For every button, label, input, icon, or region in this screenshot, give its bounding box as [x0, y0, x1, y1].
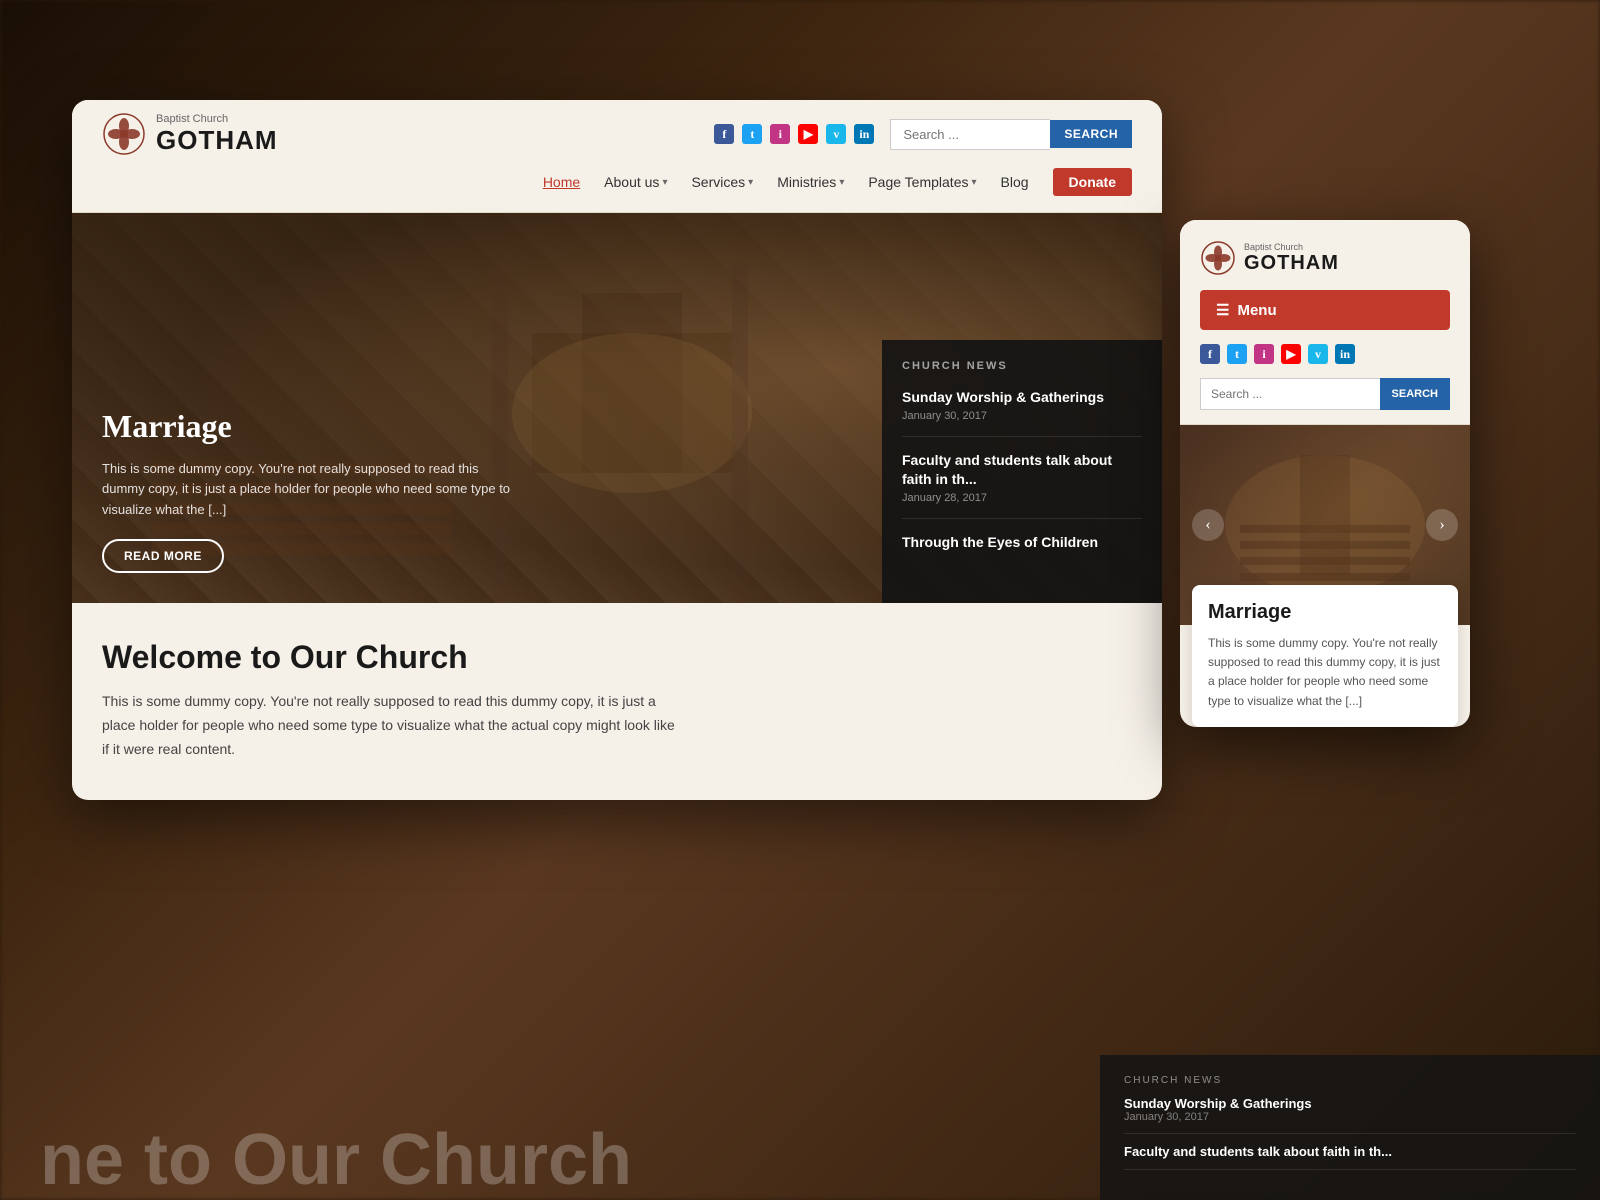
facebook-icon[interactable]: f — [714, 124, 734, 144]
mobile-instagram-icon[interactable]: i — [1254, 344, 1274, 364]
mobile-logo-area: Baptist Church GOTHAM — [1200, 240, 1450, 276]
news-title-1[interactable]: Sunday Worship & Gatherings — [902, 388, 1142, 406]
news-title-2[interactable]: Faculty and students talk about faith in… — [902, 451, 1142, 487]
mobile-search-area: SEARCH — [1200, 378, 1450, 410]
church-news-panel: CHURCH NEWS Sunday Worship & Gatherings … — [882, 340, 1162, 603]
bg-news-item-1: Sunday Worship & Gatherings January 30, … — [1124, 1096, 1576, 1134]
news-item-1: Sunday Worship & Gatherings January 30, … — [902, 388, 1142, 437]
mobile-search-button[interactable]: SEARCH — [1380, 378, 1450, 410]
mobile-twitter-icon[interactable]: t — [1227, 344, 1247, 364]
hero-body: This is some dummy copy. You're not real… — [102, 459, 522, 521]
read-more-button[interactable]: READ MORE — [102, 539, 224, 573]
header-search-button[interactable]: SEARCH — [1050, 120, 1132, 148]
header-top: Baptist Church GOTHAM f t i ▶ v in SEARC… — [102, 112, 1132, 156]
mobile-header: Baptist Church GOTHAM ☰ Menu f t i ▶ v i… — [1180, 220, 1470, 425]
carousel-prev-button[interactable]: ‹ — [1192, 509, 1224, 541]
welcome-body: This is some dummy copy. You're not real… — [102, 690, 682, 761]
vimeo-icon[interactable]: v — [826, 124, 846, 144]
mobile-vimeo-icon[interactable]: v — [1308, 344, 1328, 364]
header-search-area: SEARCH — [890, 119, 1132, 150]
welcome-title: Welcome to Our Church — [102, 639, 1132, 676]
news-date-1: January 30, 2017 — [902, 410, 1142, 422]
nav-donate[interactable]: Donate — [1053, 168, 1132, 196]
header-right: f t i ▶ v in SEARCH — [714, 119, 1132, 150]
header-search-input[interactable] — [890, 119, 1050, 150]
mobile-card-body: This is some dummy copy. You're not real… — [1208, 634, 1442, 711]
youtube-icon[interactable]: ▶ — [798, 124, 818, 144]
news-item-3: Through the Eyes of Children — [902, 533, 1142, 569]
ministries-chevron-icon: ▾ — [839, 177, 844, 188]
nav-page-templates[interactable]: Page Templates ▾ — [868, 174, 976, 190]
site-header: Baptist Church GOTHAM f t i ▶ v in SEARC… — [72, 100, 1162, 213]
mobile-logo-icon — [1200, 240, 1236, 276]
mobile-card-title: Marriage — [1208, 601, 1442, 624]
nav-blog[interactable]: Blog — [1001, 174, 1029, 190]
instagram-icon[interactable]: i — [770, 124, 790, 144]
hero-section: Marriage This is some dummy copy. You're… — [72, 213, 1162, 603]
carousel-next-button[interactable]: › — [1426, 509, 1458, 541]
hero-title: Marriage — [102, 408, 522, 445]
mobile-browser-window: Baptist Church GOTHAM ☰ Menu f t i ▶ v i… — [1180, 220, 1470, 727]
mobile-youtube-icon[interactable]: ▶ — [1281, 344, 1301, 364]
mobile-card: Marriage This is some dummy copy. You're… — [1192, 585, 1458, 727]
news-date-2: January 28, 2017 — [902, 492, 1142, 504]
nav-home[interactable]: Home — [543, 174, 580, 190]
logo-text: Baptist Church GOTHAM — [156, 113, 278, 156]
welcome-section: Welcome to Our Church This is some dummy… — [72, 603, 1162, 785]
nav-ministries[interactable]: Ministries ▾ — [777, 174, 844, 190]
news-label: CHURCH NEWS — [902, 360, 1142, 372]
mobile-search-input[interactable] — [1200, 378, 1380, 410]
nav-services[interactable]: Services ▾ — [691, 174, 753, 190]
mobile-logo-text: Baptist Church GOTHAM — [1244, 242, 1339, 275]
linkedin-icon[interactable]: in — [854, 124, 874, 144]
page-templates-chevron-icon: ▾ — [971, 177, 976, 188]
logo-icon — [102, 112, 146, 156]
about-chevron-icon: ▾ — [662, 177, 667, 188]
logo-area: Baptist Church GOTHAM — [102, 112, 278, 156]
bg-news-panel: CHURCH NEWS Sunday Worship & Gatherings … — [1100, 1055, 1600, 1200]
mobile-linkedin-icon[interactable]: in — [1335, 344, 1355, 364]
main-browser-window: Baptist Church GOTHAM f t i ▶ v in SEARC… — [72, 100, 1162, 800]
mobile-menu-button[interactable]: ☰ Menu — [1200, 290, 1450, 330]
mobile-social-icons: f t i ▶ v in — [1200, 344, 1450, 364]
twitter-icon[interactable]: t — [742, 124, 762, 144]
hero-content: Marriage This is some dummy copy. You're… — [102, 408, 522, 573]
bg-news-item-2: Faculty and students talk about faith in… — [1124, 1144, 1576, 1170]
site-nav: Home About us ▾ Services ▾ Ministries ▾ … — [102, 164, 1132, 200]
social-icons: f t i ▶ v in — [714, 124, 874, 144]
services-chevron-icon: ▾ — [748, 177, 753, 188]
hamburger-icon: ☰ — [1216, 301, 1229, 319]
mobile-facebook-icon[interactable]: f — [1200, 344, 1220, 364]
news-item-2: Faculty and students talk about faith in… — [902, 451, 1142, 518]
nav-about[interactable]: About us ▾ — [604, 174, 667, 190]
news-title-3[interactable]: Through the Eyes of Children — [902, 533, 1142, 551]
